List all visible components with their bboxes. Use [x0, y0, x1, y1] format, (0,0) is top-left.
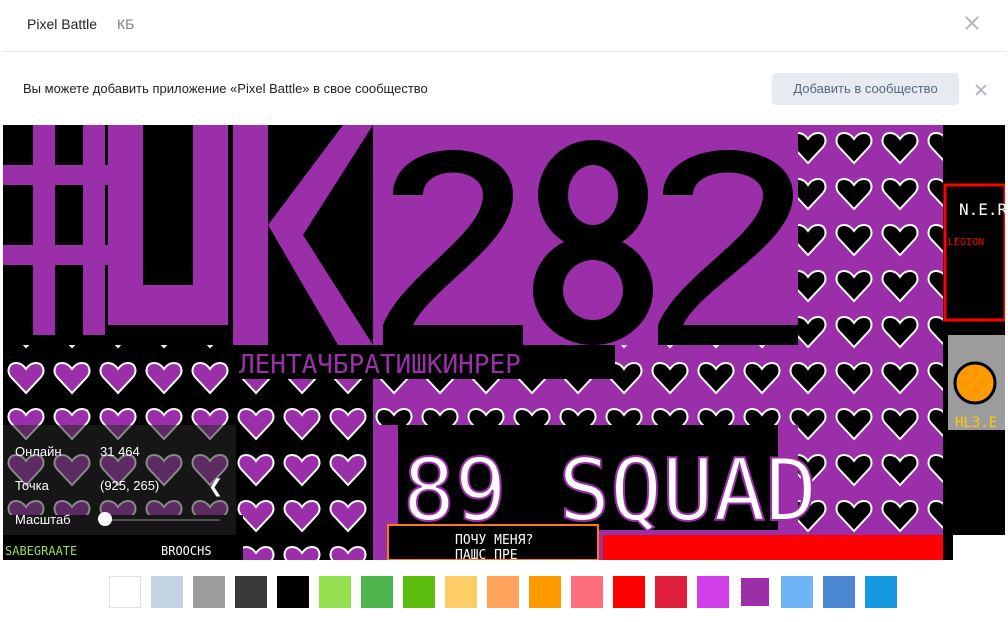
- zoom-label: Масштаб: [15, 512, 71, 527]
- color-swatch[interactable]: [193, 576, 225, 608]
- point-label: Точка: [15, 478, 49, 493]
- color-swatch[interactable]: [319, 576, 351, 608]
- collapse-panel-icon[interactable]: ❮: [208, 476, 224, 496]
- color-swatch[interactable]: [445, 576, 477, 608]
- color-swatch[interactable]: [277, 576, 309, 608]
- online-value: 31 464: [100, 444, 140, 459]
- color-swatch[interactable]: [741, 578, 769, 606]
- color-swatch[interactable]: [865, 576, 897, 608]
- color-swatch[interactable]: [487, 576, 519, 608]
- canvas-small-text-2: ПАШС ПРЕ: [455, 548, 518, 560]
- app-title: Pixel Battle: [27, 16, 98, 32]
- color-swatch[interactable]: [361, 576, 393, 608]
- add-to-community-button[interactable]: Добавить в сообщество: [772, 73, 959, 105]
- notice-text: Вы можете добавить приложение «Pixel Bat…: [23, 81, 428, 96]
- color-swatch[interactable]: [235, 576, 267, 608]
- color-swatch[interactable]: [655, 576, 687, 608]
- zoom-slider-track[interactable]: [100, 519, 220, 521]
- color-palette: [3, 560, 1005, 622]
- app-subtitle: КБ: [117, 16, 135, 32]
- online-label: Онлайн: [15, 444, 62, 459]
- color-swatch[interactable]: [403, 576, 435, 608]
- color-swatch[interactable]: [109, 576, 141, 608]
- color-swatch[interactable]: [613, 576, 645, 608]
- color-swatch[interactable]: [529, 576, 561, 608]
- canvas-corner-text-3: HL3.E: [955, 415, 997, 431]
- close-icon[interactable]: [963, 14, 981, 32]
- header: Pixel Battle КБ: [3, 0, 1005, 52]
- color-swatch[interactable]: [823, 576, 855, 608]
- zoom-slider-knob[interactable]: [98, 512, 112, 526]
- color-swatch[interactable]: [697, 576, 729, 608]
- point-value: (925, 265): [100, 478, 160, 493]
- canvas-corner-text-2: LEGION: [948, 237, 984, 248]
- color-swatch[interactable]: [571, 576, 603, 608]
- canvas-slogan: ЛЕНТАЧБРАТИШКИНРЕР: [239, 350, 521, 380]
- color-swatch[interactable]: [151, 576, 183, 608]
- canvas-footer-mid: BROOCHS: [161, 544, 212, 558]
- pixel-canvas[interactable]: ЛЕНТАЧБРАТИШКИНРЕР 89 SQUAD ПОЧУ МЕНЯ? П…: [3, 125, 1005, 560]
- app-window: Pixel Battle КБ Вы можете добавить прило…: [3, 0, 1005, 622]
- notice-close-icon[interactable]: [974, 83, 988, 97]
- canvas-corner-text-1: N.E.R: [959, 200, 1005, 219]
- canvas-footer-left: SABEGRAATE: [5, 544, 77, 558]
- canvas-small-text-1: ПОЧУ МЕНЯ?: [455, 533, 533, 548]
- color-swatch[interactable]: [781, 576, 813, 608]
